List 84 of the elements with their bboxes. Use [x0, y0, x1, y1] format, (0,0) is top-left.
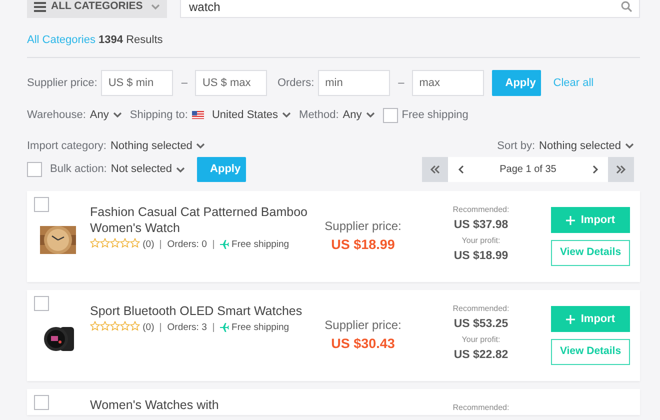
plus-icon: [566, 314, 575, 324]
orders-count: Orders: 0: [167, 239, 207, 250]
recommended-label: Recommended:: [452, 204, 510, 216]
profit-label: Your profit:: [460, 334, 502, 346]
recommended-label: Recommended:: [452, 402, 510, 414]
caret-icon: [282, 112, 292, 118]
last-page-button[interactable]: [608, 157, 634, 182]
dropdown-label: Bulk action:: [50, 162, 107, 178]
previous-page-button[interactable]: [448, 157, 474, 182]
caret-icon: [176, 166, 186, 172]
supplier-price: US $30.43: [330, 335, 396, 353]
option-dropdown[interactable]: United States: [212, 106, 292, 124]
filter-label: Supplier price:: [27, 76, 98, 91]
bulk-action-dropdown[interactable]: Not selected: [110, 161, 186, 178]
rating-count: (0): [142, 239, 154, 250]
option-dropdown[interactable]: Any: [342, 106, 375, 124]
select-all-checkbox[interactable]: [27, 162, 42, 177]
min-field[interactable]: US $ min: [101, 70, 174, 96]
rating-count: (0): [142, 322, 154, 333]
profit-value: US $22.82: [452, 349, 510, 362]
product-title[interactable]: Fashion Casual Cat Patterned Bamboo Women's Watch: [90, 204, 315, 236]
range-separator: –: [397, 76, 406, 91]
star-icon: [100, 238, 110, 248]
star-icon: [130, 321, 140, 331]
price-label: Supplier price:: [324, 218, 402, 235]
plane-icon: [220, 322, 229, 332]
supplier-price: US $18.99: [330, 236, 396, 254]
range-separator: –: [180, 76, 188, 91]
option-dropdown[interactable]: Any: [90, 106, 122, 124]
star-icon: [110, 238, 120, 248]
search-field[interactable]: watch: [180, 0, 640, 18]
star-icon: [90, 238, 100, 248]
import-category-dropdown[interactable]: Nothing selected: [110, 138, 206, 154]
star-icon: [90, 321, 100, 331]
orders-count: Orders: 3: [167, 322, 207, 333]
max-field[interactable]: US $ max: [195, 70, 268, 96]
checkbox-label: Free shipping: [402, 108, 468, 123]
page-indicator: Page 1 of 35: [474, 157, 582, 182]
caret-icon: [366, 112, 375, 118]
free-shipping-checkbox[interactable]: [382, 108, 398, 122]
product-checkbox[interactable]: [34, 296, 49, 311]
star-icon: [120, 238, 130, 248]
next-page-button[interactable]: [582, 157, 608, 182]
plus-icon: [566, 216, 575, 224]
option-label: Method:: [299, 108, 339, 123]
star-icon: [110, 321, 120, 331]
first-page-button[interactable]: [422, 157, 448, 182]
menu-icon: [34, 2, 46, 12]
chevron-right-icon: [592, 165, 598, 174]
profit-value: US $18.99: [452, 250, 510, 263]
price-label: Supplier price:: [324, 317, 402, 334]
sort-dropdown[interactable]: Nothing selected: [539, 138, 634, 154]
result-count: 1394: [98, 34, 124, 46]
option-label: Warehouse:: [27, 108, 86, 123]
caret-icon: [112, 112, 122, 118]
product-title[interactable]: Sport Bluetooth OLED Smart Watches: [90, 303, 315, 319]
dropdown-label: Import category:: [27, 138, 106, 154]
max-field[interactable]: max: [412, 70, 484, 96]
product-checkbox[interactable]: [34, 395, 49, 410]
star-icon: [100, 321, 110, 331]
product-title[interactable]: Women's Watches with: [90, 397, 315, 413]
recommended-label: Recommended:: [452, 303, 510, 315]
caret-icon: [196, 143, 206, 149]
recommended-price: US $53.25: [452, 318, 510, 331]
star-icon: [120, 321, 130, 331]
double-chevron-left-icon: [430, 165, 440, 174]
recommended-price: US $37.98: [452, 219, 510, 232]
option-label: Shipping to:: [130, 108, 188, 123]
caret-icon: [151, 4, 160, 10]
plane-icon: [220, 240, 229, 249]
caret-icon: [625, 143, 634, 149]
profit-label: Your profit:: [460, 235, 502, 247]
product-checkbox[interactable]: [34, 197, 49, 212]
star-icon: [130, 238, 140, 248]
results-label: Results: [126, 34, 163, 46]
dropdown-label: Sort by:: [497, 138, 536, 154]
double-chevron-right-icon: [616, 165, 626, 174]
chevron-left-icon: [458, 165, 464, 174]
min-field[interactable]: min: [318, 70, 390, 96]
filter-label: Orders:: [277, 76, 314, 91]
free-shipping-text: Free shipping: [232, 322, 290, 333]
free-shipping-text: Free shipping: [232, 239, 290, 250]
category-dropdown[interactable]: ALL CATEGORIES: [27, 0, 167, 18]
search-icon: [621, 1, 632, 12]
